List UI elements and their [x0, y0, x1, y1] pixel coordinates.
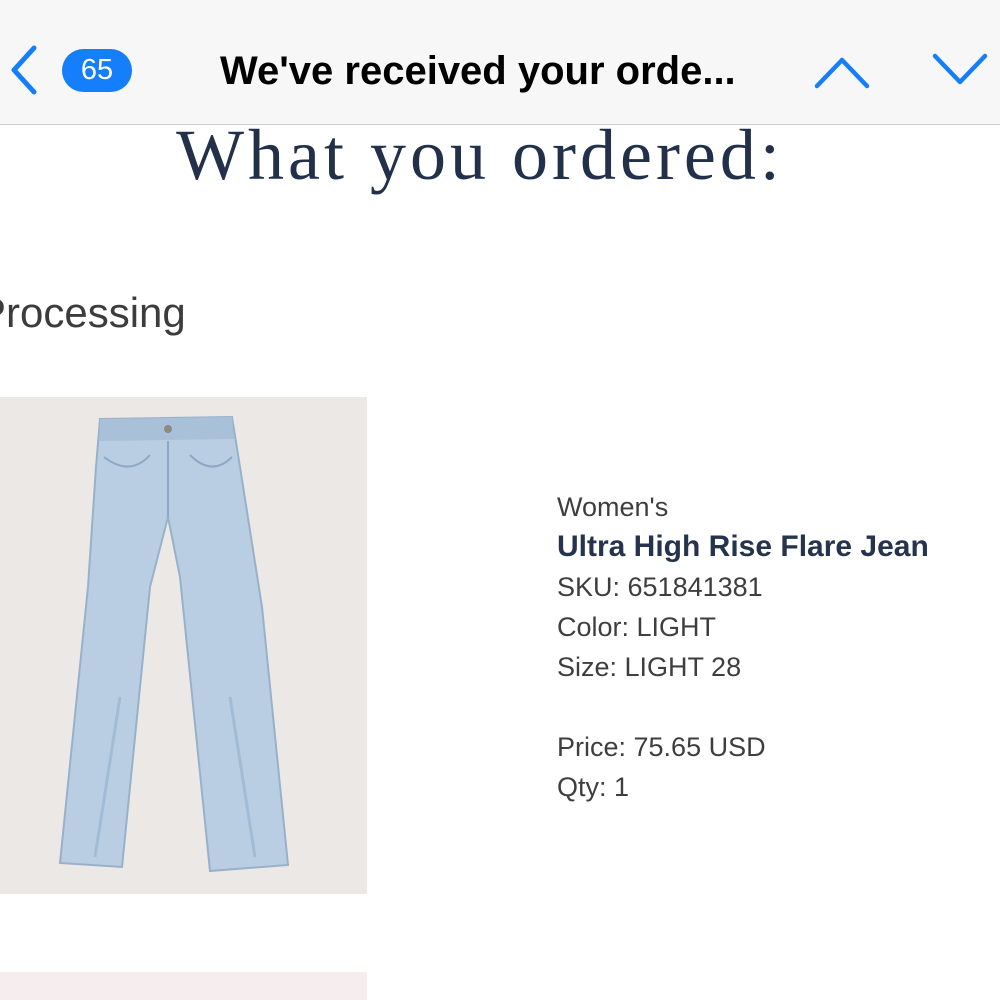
chevron-up-icon — [814, 57, 870, 89]
product-color: Color: LIGHT — [557, 612, 717, 642]
product-quantity: Qty: 1 — [557, 772, 630, 802]
order-status-container: Processing — [0, 285, 400, 345]
product-price: Price: 75.65 USD — [557, 732, 766, 762]
order-section-heading: What you ordered: — [176, 115, 784, 195]
product-size: Size: LIGHT 28 — [557, 652, 742, 682]
back-button[interactable] — [6, 40, 46, 100]
email-subject-title: We've received your orde... — [220, 49, 736, 93]
chevron-left-icon — [11, 45, 37, 95]
chevron-down-icon — [932, 53, 988, 85]
unread-count-badge[interactable]: 65 — [62, 49, 132, 92]
product-sku: SKU: 651841381 — [557, 572, 763, 602]
product-category: Women's — [557, 492, 669, 522]
details-spacer — [557, 687, 997, 727]
jeans-image — [58, 415, 290, 873]
product-image[interactable] — [0, 397, 367, 894]
previous-message-button[interactable] — [812, 48, 872, 92]
next-product-image — [0, 972, 367, 1000]
product-details: Women's Ultra High Rise Flare Jean SKU: … — [557, 487, 997, 807]
next-message-button[interactable] — [930, 48, 990, 92]
order-status: Processing — [0, 289, 186, 336]
product-name[interactable]: Ultra High Rise Flare Jean — [557, 527, 997, 567]
navigation-bar: 65 We've received your orde... — [0, 0, 1000, 125]
